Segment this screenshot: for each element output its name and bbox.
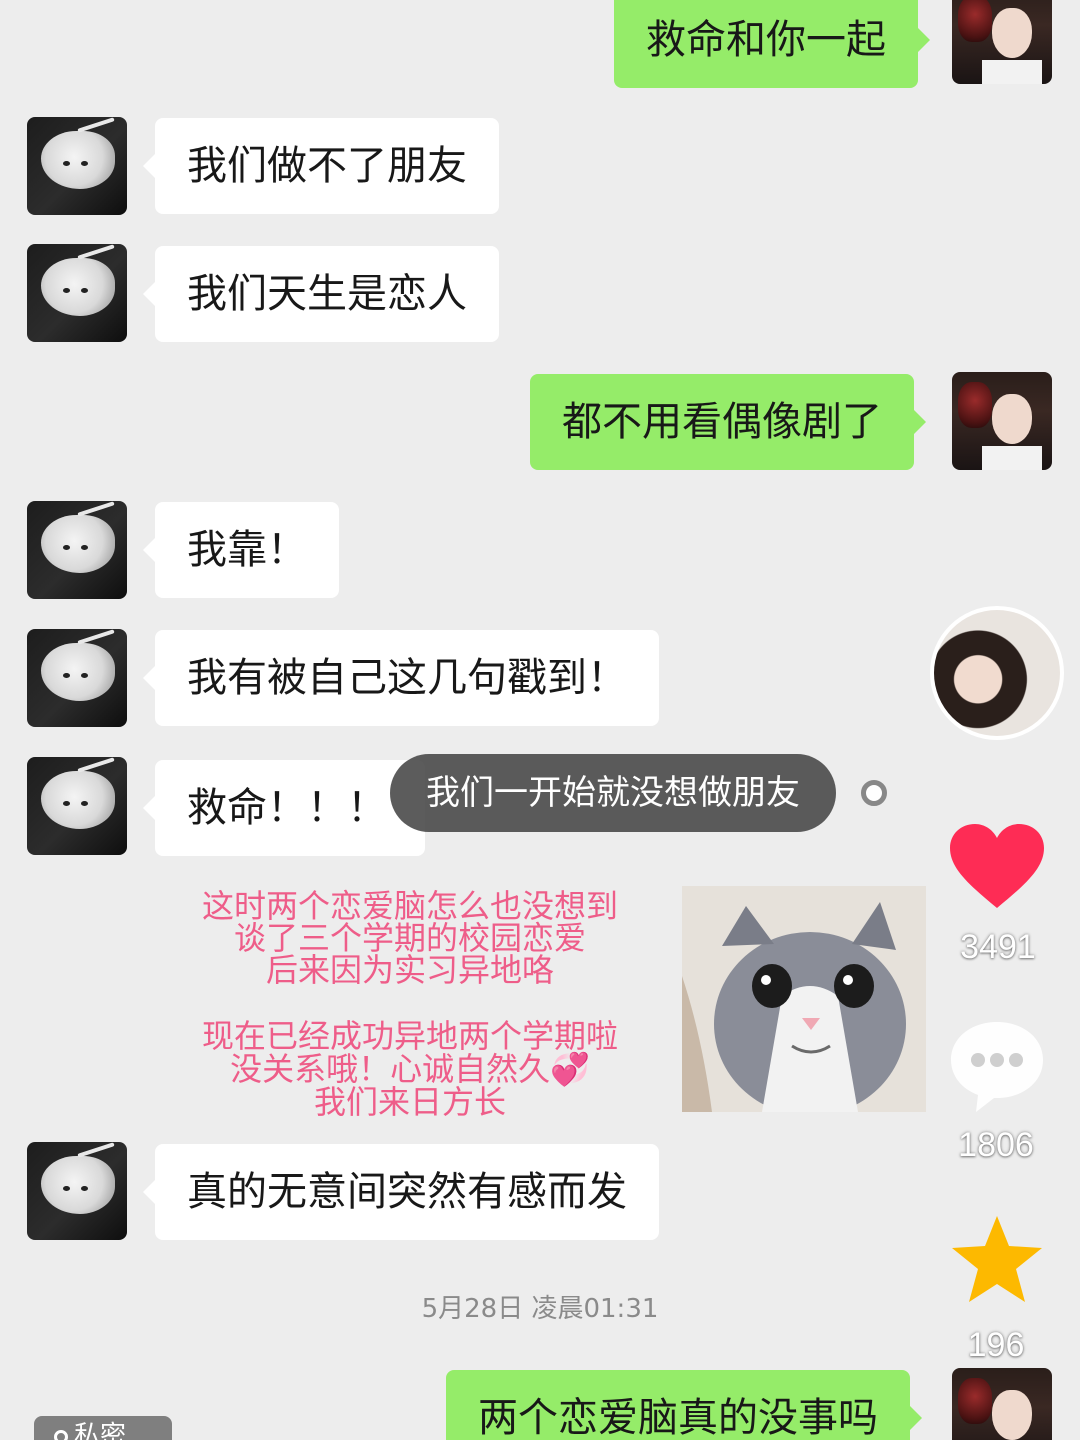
- contact-avatar[interactable]: [27, 757, 127, 855]
- comment-count: 1806: [958, 1126, 1034, 1164]
- contact-avatar[interactable]: [27, 244, 127, 342]
- cat-sticker-image[interactable]: [682, 886, 926, 1112]
- caption-line: 我们来日方长: [313, 1083, 506, 1121]
- sender-avatar[interactable]: [952, 372, 1052, 470]
- contact-avatar[interactable]: [27, 117, 127, 215]
- caption-line: 没关系哦！心诚自然久💞: [230, 1050, 590, 1088]
- caption-line: 谈了三个学期的校园恋爱: [233, 919, 586, 957]
- contact-avatar[interactable]: [27, 629, 127, 727]
- message-bubble-received[interactable]: 我们做不了朋友: [143, 118, 499, 214]
- star-icon[interactable]: [950, 1214, 1044, 1304]
- chat-timestamp: 5月28日 凌晨01:31: [421, 1294, 659, 1324]
- caption-line: 后来因为实习异地咯: [265, 951, 554, 989]
- like-count: 3491: [960, 928, 1036, 966]
- message-bubble-sent[interactable]: 救命和你一起: [614, 0, 930, 88]
- caption-line: 现在已经成功异地两个学期啦: [201, 1017, 618, 1055]
- lock-icon: [54, 1429, 68, 1440]
- private-tag[interactable]: 私密: [34, 1416, 172, 1440]
- message-bubble-sent[interactable]: 两个恋爱脑真的没事吗: [446, 1370, 922, 1440]
- message-bubble-sent[interactable]: 都不用看偶像剧了: [530, 374, 926, 470]
- contact-avatar[interactable]: [27, 501, 127, 599]
- private-label: 私密: [74, 1421, 127, 1440]
- sender-avatar[interactable]: [952, 0, 1052, 84]
- message-bubble-received[interactable]: 我有被自己这几句戳到！: [143, 630, 659, 726]
- danmaku-indicator-icon: [861, 780, 887, 806]
- danmaku-comment[interactable]: 我们一开始就没想做朋友: [390, 754, 836, 832]
- author-profile-avatar[interactable]: [930, 606, 1064, 740]
- sender-avatar[interactable]: [952, 1368, 1052, 1440]
- message-bubble-received[interactable]: 救命！！！: [143, 760, 425, 856]
- message-bubble-received[interactable]: 真的无意间突然有感而发: [143, 1144, 659, 1240]
- contact-avatar[interactable]: [27, 1142, 127, 1240]
- message-bubble-received[interactable]: 我们天生是恋人: [143, 246, 499, 342]
- comment-icon[interactable]: [948, 1018, 1046, 1114]
- caption-line: 这时两个恋爱脑怎么也没想到: [201, 887, 618, 925]
- message-bubble-received[interactable]: 我靠！: [143, 502, 339, 598]
- favorite-count: 196: [967, 1326, 1025, 1364]
- heart-icon[interactable]: [948, 822, 1046, 912]
